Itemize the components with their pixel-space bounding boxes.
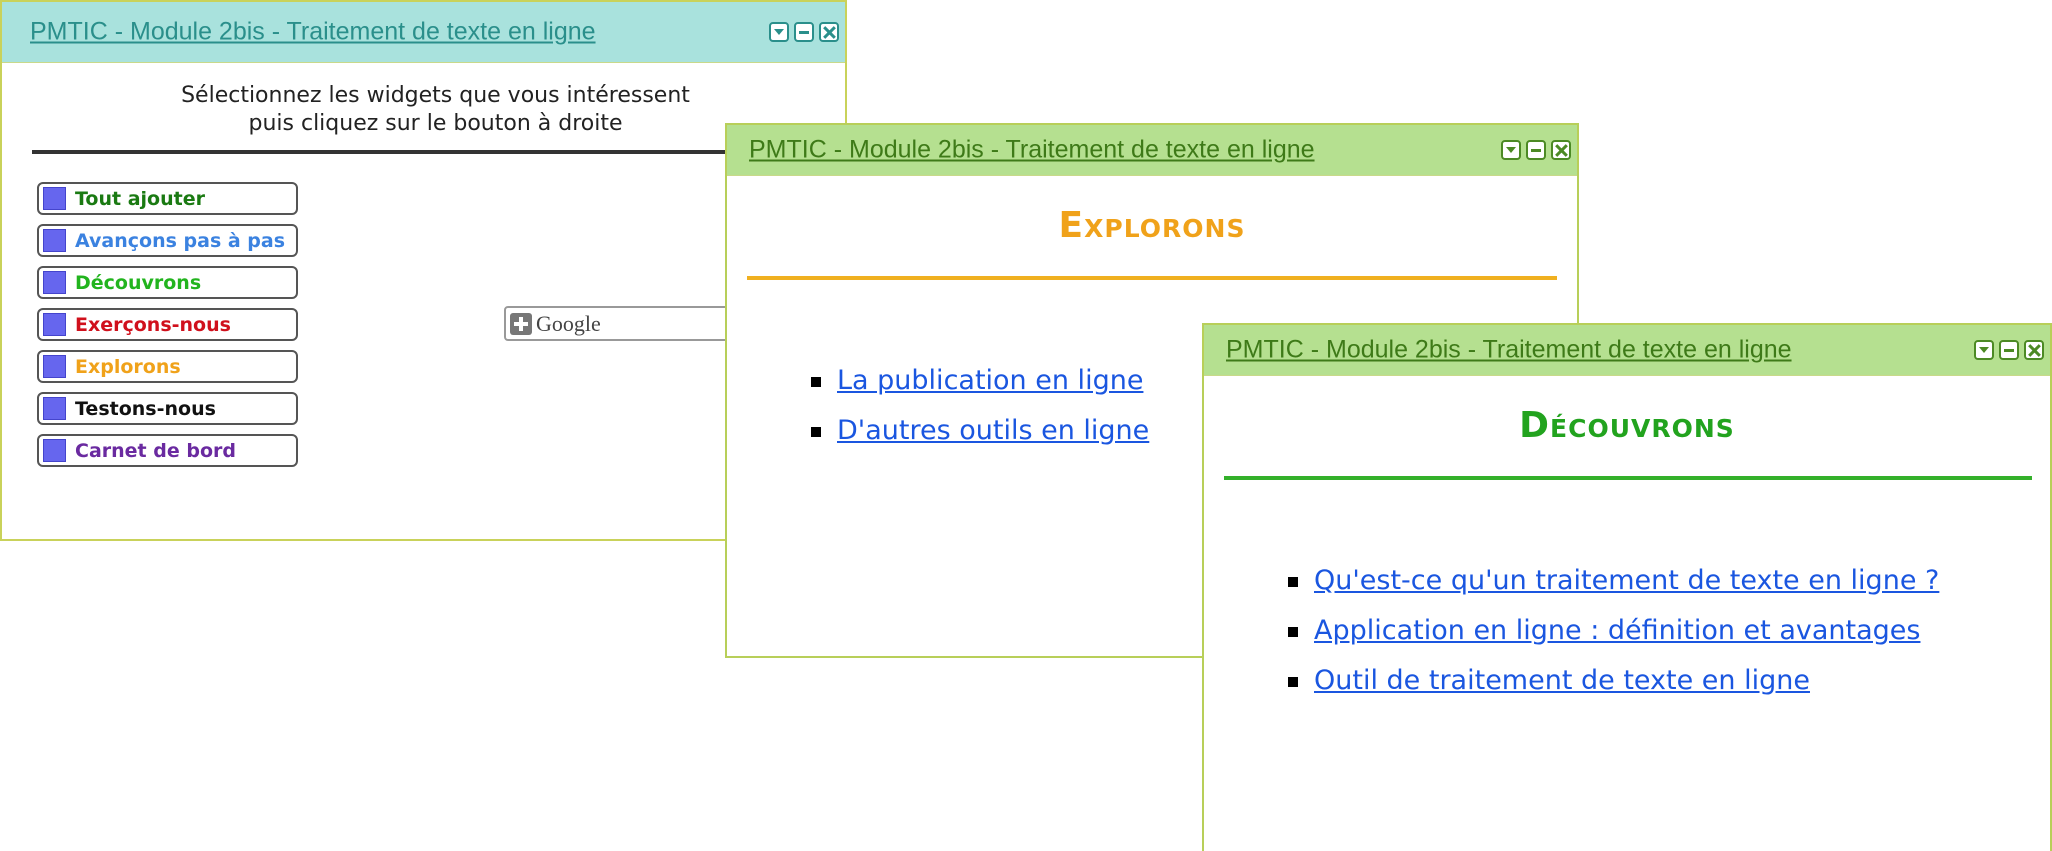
section-heading: Explorons xyxy=(1058,205,1246,246)
window-controls xyxy=(1501,140,1571,160)
minimize-icon[interactable] xyxy=(1526,140,1546,160)
checkbox-icon[interactable] xyxy=(43,187,66,210)
bullet-icon xyxy=(1288,627,1298,637)
list-item: La publication en ligne xyxy=(807,365,1149,415)
checkbox-icon[interactable] xyxy=(43,271,66,294)
list-item: D'autres outils en ligne xyxy=(807,415,1149,465)
link-outil-de-traitement[interactable]: Outil de traitement de texte en ligne xyxy=(1314,665,1810,696)
option-decouvrons[interactable]: Découvrons xyxy=(37,266,298,299)
chevron-down-icon[interactable] xyxy=(1974,340,1994,360)
link-autres-outils-en-ligne[interactable]: D'autres outils en ligne xyxy=(837,415,1149,446)
checkbox-icon[interactable] xyxy=(43,355,66,378)
close-icon[interactable] xyxy=(819,22,839,42)
close-icon[interactable] xyxy=(1551,140,1571,160)
checkbox-icon[interactable] xyxy=(43,397,66,420)
heading-divider xyxy=(1224,476,2032,480)
list-item: Outil de traitement de texte en ligne xyxy=(1284,665,1939,715)
link-list: La publication en ligne D'autres outils … xyxy=(807,365,1149,465)
option-label: Avançons pas à pas xyxy=(75,230,286,252)
option-explorons[interactable]: Explorons xyxy=(37,350,298,383)
widget-decouvrons-window: PMTIC - Module 2bis - Traitement de text… xyxy=(1202,323,2052,851)
bullet-icon xyxy=(811,427,821,437)
option-label: Tout ajouter xyxy=(75,188,205,210)
option-exercons-nous[interactable]: Exerçons-nous xyxy=(37,308,298,341)
widget-selector-window: PMTIC - Module 2bis - Traitement de text… xyxy=(0,0,864,541)
instructions-line-1: Sélectionnez les widgets que vous intére… xyxy=(181,83,690,108)
option-label: Carnet de bord xyxy=(75,440,236,462)
option-tout-ajouter[interactable]: Tout ajouter xyxy=(37,182,298,215)
link-list: Qu'est-ce qu'un traitement de texte en l… xyxy=(1284,565,1939,715)
option-label: Testons-nous xyxy=(75,398,216,420)
title-bar[interactable]: PMTIC - Module 2bis - Traitement de text… xyxy=(1204,325,2050,376)
list-item: Qu'est-ce qu'un traitement de texte en l… xyxy=(1284,565,1939,615)
window-controls xyxy=(769,22,839,42)
title-bar[interactable]: PMTIC - Module 2bis - Traitement de text… xyxy=(2,2,845,63)
minimize-icon[interactable] xyxy=(1999,340,2019,360)
option-carnet-de-bord[interactable]: Carnet de bord xyxy=(37,434,298,467)
title-bar[interactable]: PMTIC - Module 2bis - Traitement de text… xyxy=(727,125,1577,176)
option-label: Explorons xyxy=(75,356,181,378)
widget-title-link[interactable]: PMTIC - Module 2bis - Traitement de text… xyxy=(30,18,596,47)
divider xyxy=(32,150,732,154)
bullet-icon xyxy=(1288,677,1298,687)
option-avancons-pas-a-pas[interactable]: Avançons pas à pas xyxy=(37,224,298,257)
widget-option-list: Tout ajouter Avançons pas à pas Découvro… xyxy=(37,182,298,476)
checkbox-icon[interactable] xyxy=(43,439,66,462)
option-label: Découvrons xyxy=(75,272,202,294)
link-quest-ce-quun-traitement[interactable]: Qu'est-ce qu'un traitement de texte en l… xyxy=(1314,565,1939,596)
minimize-icon[interactable] xyxy=(794,22,814,42)
option-label: Exerçons-nous xyxy=(75,314,231,336)
bullet-icon xyxy=(1288,577,1298,587)
heading-divider xyxy=(747,276,1557,280)
chevron-down-icon[interactable] xyxy=(769,22,789,42)
bullet-icon xyxy=(811,377,821,387)
list-item: Application en ligne : définition et ava… xyxy=(1284,615,1939,665)
close-icon[interactable] xyxy=(2024,340,2044,360)
widget-title-link[interactable]: PMTIC - Module 2bis - Traitement de text… xyxy=(749,136,1315,165)
widget-title-link[interactable]: PMTIC - Module 2bis - Traitement de text… xyxy=(1226,336,1792,365)
google-label: Google xyxy=(536,311,601,336)
plus-icon xyxy=(510,313,532,335)
window-controls xyxy=(1974,340,2044,360)
link-publication-en-ligne[interactable]: La publication en ligne xyxy=(837,365,1143,396)
checkbox-icon[interactable] xyxy=(43,313,66,336)
checkbox-icon[interactable] xyxy=(43,229,66,252)
link-application-en-ligne[interactable]: Application en ligne : définition et ava… xyxy=(1314,615,1920,646)
instructions: Sélectionnez les widgets que vous intére… xyxy=(2,82,849,138)
option-testons-nous[interactable]: Testons-nous xyxy=(37,392,298,425)
chevron-down-icon[interactable] xyxy=(1501,140,1521,160)
section-heading: Découvrons xyxy=(1519,405,1735,446)
